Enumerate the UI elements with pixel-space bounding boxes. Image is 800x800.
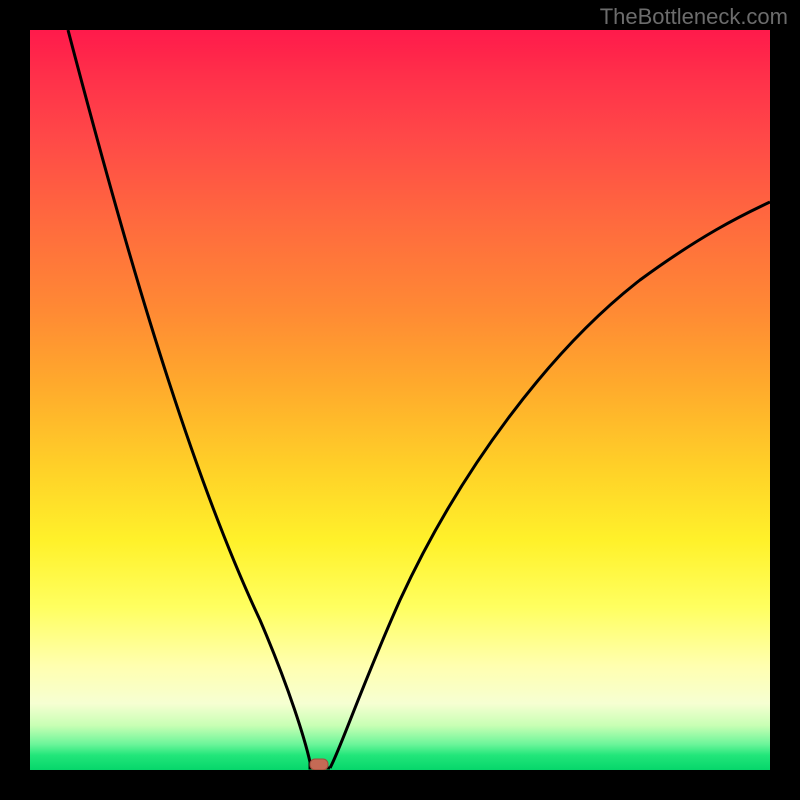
bottleneck-right-curve xyxy=(330,202,770,768)
chart-frame: TheBottleneck.com xyxy=(0,0,800,800)
watermark-text: TheBottleneck.com xyxy=(600,4,788,30)
min-point-marker xyxy=(310,759,328,770)
plot-area xyxy=(30,30,770,770)
bottleneck-left-curve xyxy=(68,30,330,768)
curve-svg xyxy=(30,30,770,770)
